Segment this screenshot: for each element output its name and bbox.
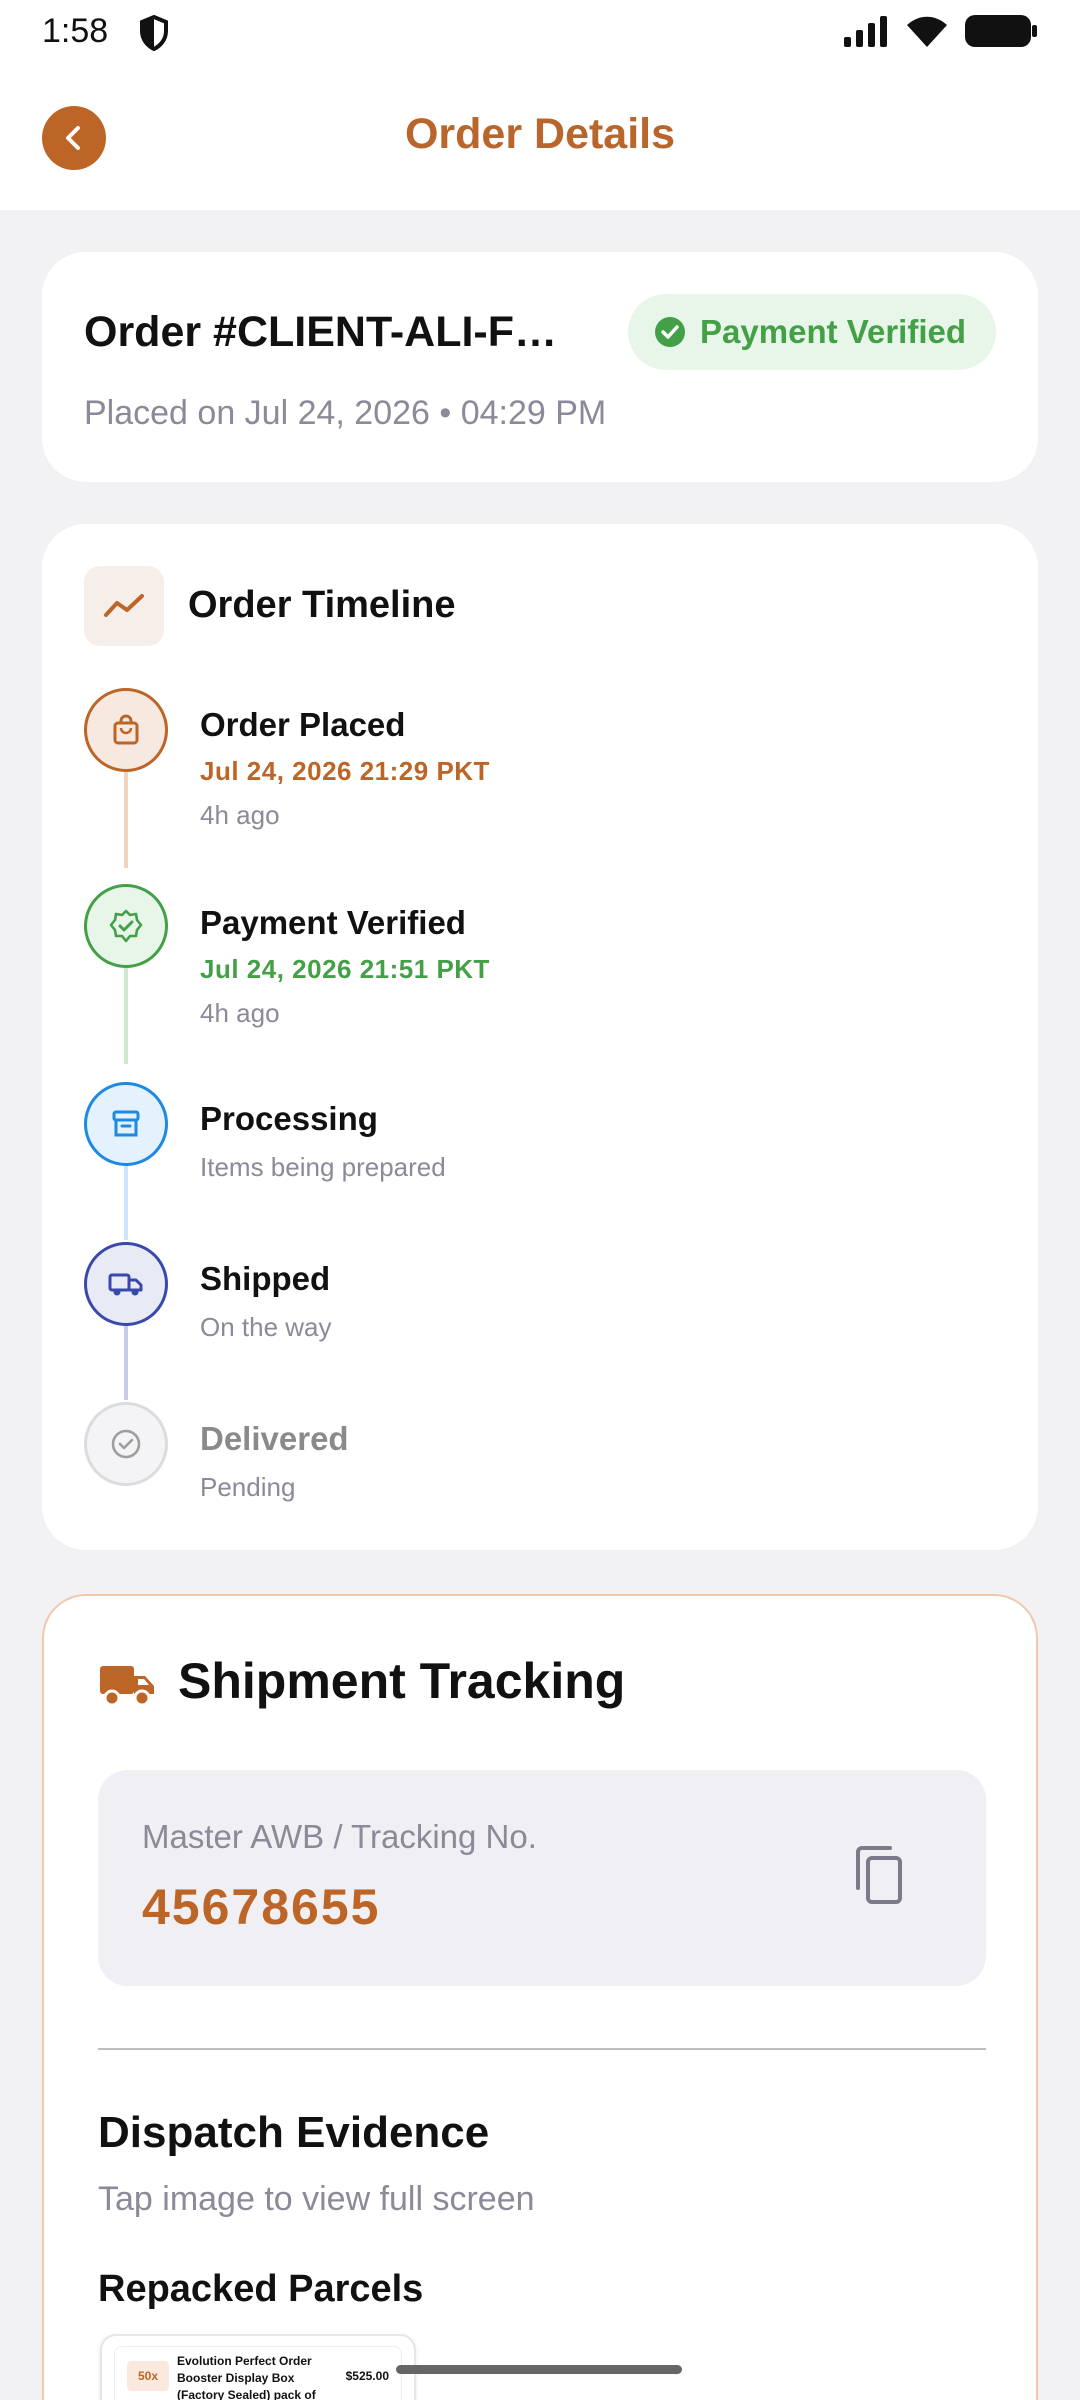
shipped-step-icon <box>84 1242 168 1326</box>
step-subtitle: Pending <box>200 1472 296 1502</box>
repacked-parcels-title: Repacked Parcels <box>98 2268 424 2310</box>
order-placed-date: Placed on Jul 24, 2026 • 04:29 PM <box>84 394 607 432</box>
tracking-title: Shipment Tracking <box>178 1653 626 1709</box>
dispatch-evidence-hint: Tap image to view full screen <box>98 2180 535 2218</box>
processing-step-icon <box>84 1082 168 1166</box>
step-subtitle: On the way <box>200 1312 332 1342</box>
payment-verified-step-icon <box>84 884 168 968</box>
payment-status-label: Payment Verified <box>700 313 966 350</box>
timeline-title: Order Timeline <box>188 584 456 626</box>
step-title: Delivered <box>200 1420 349 1457</box>
timeline-connector <box>124 772 128 868</box>
shield-icon <box>140 14 168 52</box>
signal-icon <box>844 16 887 47</box>
app-bar: Order Details <box>0 66 1080 210</box>
step-title: Shipped <box>200 1260 331 1297</box>
truck-icon <box>108 1273 143 1296</box>
tracking-number: 45678655 <box>142 1879 381 1935</box>
order-placed-step-icon <box>84 688 168 772</box>
truck-icon <box>100 1666 154 1707</box>
check-circle-icon <box>655 317 686 347</box>
timeline-connector <box>124 1166 128 1240</box>
step-title: Order Placed <box>200 706 406 743</box>
status-time: 1:58 <box>42 12 109 50</box>
step-relative-time: 4h ago <box>200 998 280 1028</box>
check-circle-icon <box>111 1429 141 1459</box>
battery-icon <box>965 15 1037 47</box>
step-relative-time: 4h ago <box>200 800 280 830</box>
tracking-number-label: Master AWB / Tracking No. <box>142 1818 537 1855</box>
dispatch-evidence-title: Dispatch Evidence <box>98 2108 490 2157</box>
shopping-bag-icon <box>113 714 139 745</box>
parcel-preview: 50x Evolution Perfect Order Booster Disp… <box>114 2346 402 2400</box>
trend-icon <box>84 566 164 646</box>
status-bar: 1:58 <box>0 0 1080 66</box>
parcel-image-thumbnail[interactable]: 50x Evolution Perfect Order Booster Disp… <box>100 2334 416 2400</box>
step-date: Jul 24, 2026 21:51 PKT <box>200 954 490 984</box>
delivered-step-icon <box>84 1402 168 1486</box>
order-summary-card: Order #CLIENT-ALI-F… Payment Verified Pl… <box>42 252 1038 482</box>
order-timeline-card: Order Timeline Order Placed Jul 24, 2026… <box>42 524 1038 1550</box>
step-subtitle: Items being prepared <box>200 1152 446 1182</box>
divider <box>98 2048 986 2050</box>
copy-icon[interactable] <box>852 1844 908 1906</box>
verified-badge-icon <box>109 909 143 943</box>
timeline-connector <box>124 968 128 1064</box>
archive-box-icon <box>112 1110 140 1137</box>
tracking-number-box: Master AWB / Tracking No. 45678655 <box>98 1770 986 1986</box>
wifi-icon <box>907 16 947 47</box>
parcel-item-price: $525.00 <box>345 2369 389 2383</box>
home-indicator[interactable] <box>396 2365 682 2374</box>
timeline-connector <box>124 1326 128 1400</box>
shipment-tracking-card: Shipment Tracking Master AWB / Tracking … <box>42 1594 1038 2400</box>
step-title: Processing <box>200 1100 378 1137</box>
step-title: Payment Verified <box>200 904 466 941</box>
payment-status-badge: Payment Verified <box>628 294 996 370</box>
order-id: Order #CLIENT-ALI-F… <box>84 308 558 356</box>
step-date: Jul 24, 2026 21:29 PKT <box>200 756 490 786</box>
parcel-item-name: Evolution Perfect Order Booster Display … <box>177 2354 316 2400</box>
parcel-quantity: 50x <box>127 2361 169 2391</box>
page-title: Order Details <box>404 110 676 158</box>
